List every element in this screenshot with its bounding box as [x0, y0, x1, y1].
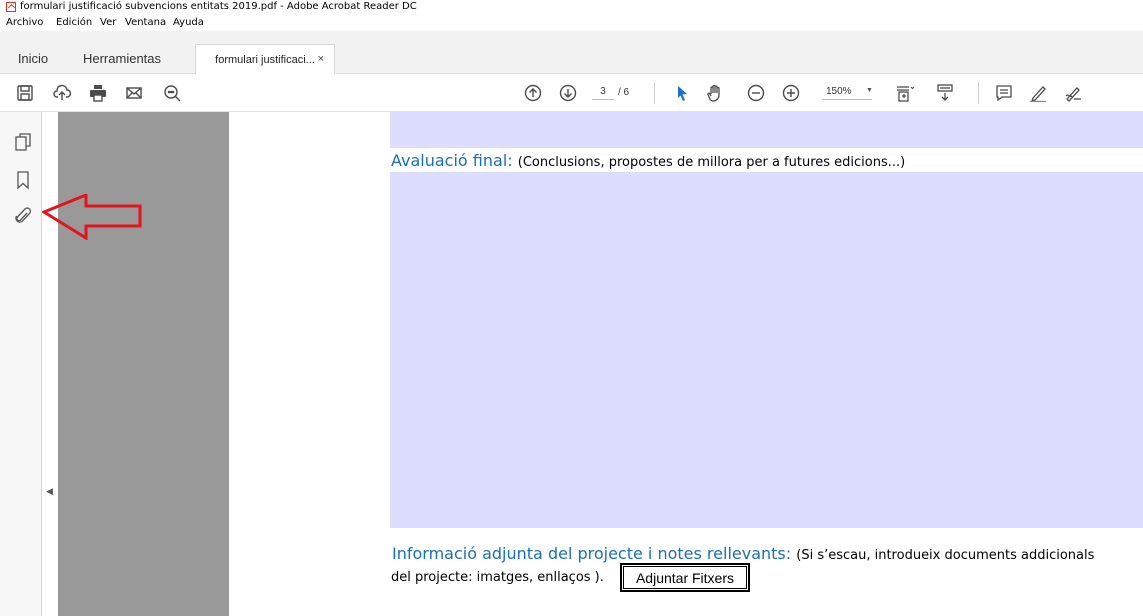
menu-ayuda[interactable]: Ayuda [173, 17, 204, 28]
eval-heading: Avaluació final: (Conclusions, propostes… [391, 151, 905, 170]
menu-ventana[interactable]: Ventana [125, 17, 166, 28]
tab-document[interactable]: formulari justificaci... × [195, 44, 335, 74]
navigation-pane [0, 112, 42, 616]
zoom-in-icon[interactable] [782, 84, 800, 102]
prev-page-icon[interactable] [524, 84, 542, 102]
sign-icon[interactable] [1064, 84, 1082, 102]
eval-title: Avaluació final: [391, 151, 513, 170]
zoom-level-select[interactable]: 150% [822, 84, 872, 100]
tab-tools[interactable]: Herramientas [62, 44, 182, 74]
info-heading: Informació adjunta del projecte i notes … [392, 544, 1094, 563]
info-title: Informació adjunta del projecte i notes … [392, 544, 792, 563]
scroll-mode-icon[interactable] [936, 84, 954, 102]
toolbar-divider [654, 82, 655, 104]
eval-text-field[interactable] [390, 172, 1143, 528]
tab-home[interactable]: Inicio [8, 44, 58, 74]
next-page-icon[interactable] [559, 84, 577, 102]
form-field-previous[interactable] [390, 112, 1143, 148]
save-icon[interactable] [16, 84, 34, 102]
upload-icon[interactable] [53, 84, 72, 102]
email-icon[interactable] [125, 84, 143, 102]
attach-files-button[interactable]: Adjuntar Fitxers [620, 563, 750, 592]
attachment-icon[interactable] [14, 206, 32, 226]
zoom-out-icon[interactable] [747, 84, 765, 102]
comment-icon[interactable] [995, 84, 1013, 102]
page-total: / 6 [618, 87, 630, 98]
info-subtitle: (Si s’escau, introdueix documents addici… [796, 548, 1095, 563]
menu-edicion[interactable]: Edición [56, 17, 92, 28]
window-title: formulari justificació subvencions entit… [20, 1, 417, 12]
red-arrow-annotation [42, 194, 142, 240]
select-pointer-icon[interactable] [673, 84, 691, 102]
highlight-pen-icon[interactable] [1029, 84, 1047, 103]
title-bar: formulari justificació subvencions entit… [0, 0, 1143, 14]
eval-subtitle: (Conclusions, propostes de millora per a… [517, 155, 906, 170]
info-description: del projecte: imatges, enllaços ). [391, 570, 604, 585]
menu-archivo[interactable]: Archivo [6, 17, 43, 28]
toolbar-divider [978, 82, 979, 104]
pdf-page: Avaluació final: (Conclusions, propostes… [229, 112, 1143, 616]
search-zoom-icon[interactable] [163, 84, 181, 102]
hand-icon[interactable] [706, 84, 724, 102]
page-fit-icon[interactable] [896, 84, 915, 102]
collapse-pane-icon[interactable]: ◀ [46, 486, 53, 497]
main-toolbar: 3 / 6 150% ▼ [0, 74, 1143, 112]
acrobat-app-icon [6, 2, 16, 12]
tab-bar: Inicio Herramientas formulari justificac… [0, 31, 1143, 74]
page-number-input[interactable]: 3 [592, 84, 614, 100]
page-thumbnails-icon[interactable] [14, 132, 32, 152]
bookmark-icon[interactable] [14, 170, 32, 190]
menu-ver[interactable]: Ver [100, 17, 116, 28]
document-background [58, 112, 229, 616]
print-icon[interactable] [89, 84, 107, 102]
chevron-down-icon[interactable]: ▼ [866, 87, 873, 94]
tab-document-label: formulari justificaci... [215, 54, 315, 66]
close-tab-icon[interactable]: × [318, 53, 324, 65]
menu-bar: Archivo Edición Ver Ventana Ayuda [0, 14, 1143, 31]
